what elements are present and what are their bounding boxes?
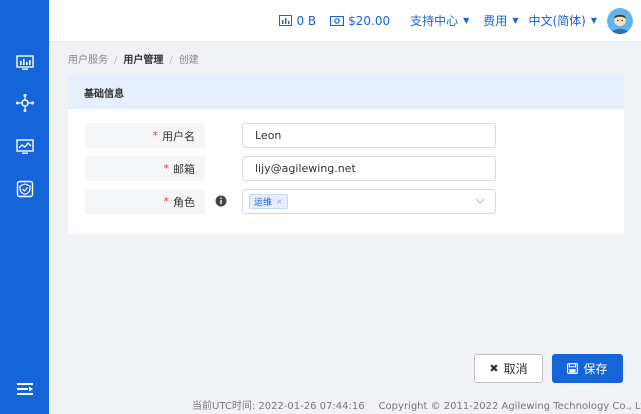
breadcrumb-create: 创建	[178, 55, 199, 66]
network-node-icon[interactable]	[14, 92, 36, 114]
breadcrumb-user-service[interactable]: 用户服务	[68, 55, 108, 66]
role-label: * 角色	[85, 189, 205, 214]
balance-value: $20.00	[348, 13, 391, 28]
breadcrumb-separator: /	[114, 55, 118, 66]
role-label-text: 角色	[173, 195, 195, 209]
email-value: lijy@agilewing.net	[255, 162, 356, 175]
copyright: Copyright © 2011-2022 Agilewing Technolo…	[378, 401, 641, 412]
required-mark: *	[163, 162, 170, 175]
shield-icon[interactable]	[14, 178, 36, 200]
billing-label: 费用	[483, 14, 508, 28]
support-center-label: 支持中心	[410, 14, 459, 28]
email-label: * 邮箱	[85, 156, 205, 181]
role-tag: 运维 ×	[249, 194, 288, 209]
required-mark: *	[152, 129, 159, 142]
username-label: * 用户名	[85, 123, 205, 148]
save-button[interactable]: 保存	[552, 354, 623, 383]
email-input[interactable]: lijy@agilewing.net	[242, 156, 496, 181]
caret-down-icon: ▼	[590, 16, 597, 25]
section-title: 基础信息	[68, 75, 624, 109]
support-center-menu[interactable]: 支持中心 ▼	[410, 12, 469, 29]
traffic-indicator[interactable]: 0 B	[279, 14, 316, 28]
sidebar	[0, 0, 49, 414]
username-input[interactable]: Leon	[242, 123, 496, 148]
caret-down-icon: ▼	[512, 16, 519, 25]
save-icon	[567, 363, 579, 374]
required-mark: *	[163, 195, 170, 208]
save-label: 保存	[583, 362, 608, 376]
footer: 当前UTC时间: 2022-01-26 07:44:16 Copyright © …	[192, 397, 641, 412]
menu-collapse-icon[interactable]	[14, 378, 36, 400]
chevron-down-icon	[475, 198, 485, 204]
caret-down-icon: ▼	[463, 16, 470, 25]
billing-menu[interactable]: 费用 ▼	[483, 12, 518, 29]
bar-chart-icon	[279, 15, 293, 26]
avatar[interactable]	[607, 7, 633, 34]
monitor-stats-icon[interactable]	[14, 52, 36, 74]
username-label-text: 用户名	[162, 129, 195, 143]
cancel-button[interactable]: ✖ 取消	[474, 354, 543, 383]
breadcrumb: 用户服务 / 用户管理 / 创建	[68, 51, 199, 66]
info-icon[interactable]	[215, 195, 227, 207]
role-select[interactable]: 运维 ×	[242, 189, 496, 214]
role-tag-label: 运维	[254, 198, 273, 208]
tag-remove-icon[interactable]: ×	[276, 197, 283, 206]
top-bar: 0 B $20.00 支持中心 ▼ 费用 ▼ 中文(简体) ▼	[49, 0, 641, 42]
traffic-value: 0 B	[296, 13, 317, 28]
balance-indicator[interactable]: $20.00	[330, 14, 390, 28]
breadcrumb-user-management[interactable]: 用户管理	[123, 55, 163, 66]
breadcrumb-separator: /	[169, 55, 173, 66]
cancel-label: 取消	[503, 362, 528, 376]
language-label: 中文(简体)	[528, 14, 586, 28]
language-menu[interactable]: 中文(简体) ▼	[528, 12, 597, 29]
close-icon: ✖	[489, 362, 499, 375]
username-value: Leon	[255, 129, 282, 142]
basic-info-card: 基础信息 * 用户名 Leon * 邮箱 lijy@agilewing.net …	[68, 75, 624, 234]
email-label-text: 邮箱	[173, 162, 195, 176]
money-icon	[330, 15, 345, 26]
monitor-chart-icon[interactable]	[14, 136, 36, 158]
utc-time: 当前UTC时间: 2022-01-26 07:44:16	[192, 401, 365, 412]
